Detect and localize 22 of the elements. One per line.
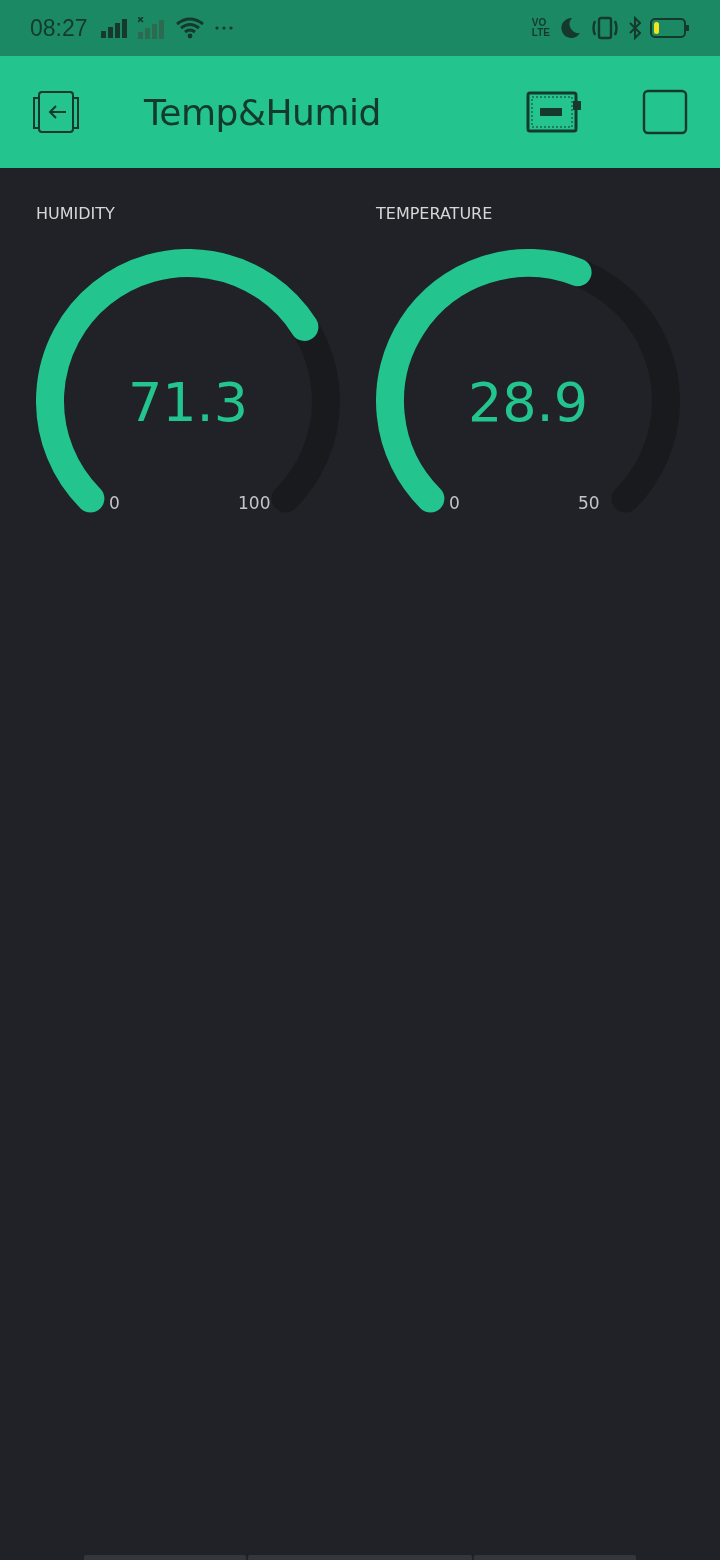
gauge-max: 50 <box>578 493 600 513</box>
more-icon <box>213 25 234 31</box>
wifi-icon <box>174 17 205 39</box>
gauge-min: 0 <box>449 493 460 513</box>
exit-button[interactable] <box>32 90 80 134</box>
battery-icon <box>650 17 690 39</box>
gauge-min: 0 <box>109 493 120 513</box>
gauge-label: TEMPERATURE <box>376 204 494 223</box>
gauge-value: 71.3 <box>126 371 250 434</box>
gauge-value: 28.9 <box>466 371 590 434</box>
clock: 08:27 <box>30 14 88 42</box>
vibrate-icon <box>590 16 620 40</box>
volte-label: VO LTE <box>531 18 550 38</box>
no-signal-icon <box>137 17 166 39</box>
signal-icon <box>100 18 129 38</box>
device-button[interactable] <box>526 91 582 133</box>
app-title: Temp&Humid <box>144 91 382 133</box>
stop-button[interactable] <box>642 89 688 135</box>
gauge-label: HUMIDITY <box>36 204 116 223</box>
bluetooth-icon <box>628 16 642 40</box>
gauge-max: 100 <box>238 493 271 513</box>
moon-icon <box>558 16 582 40</box>
